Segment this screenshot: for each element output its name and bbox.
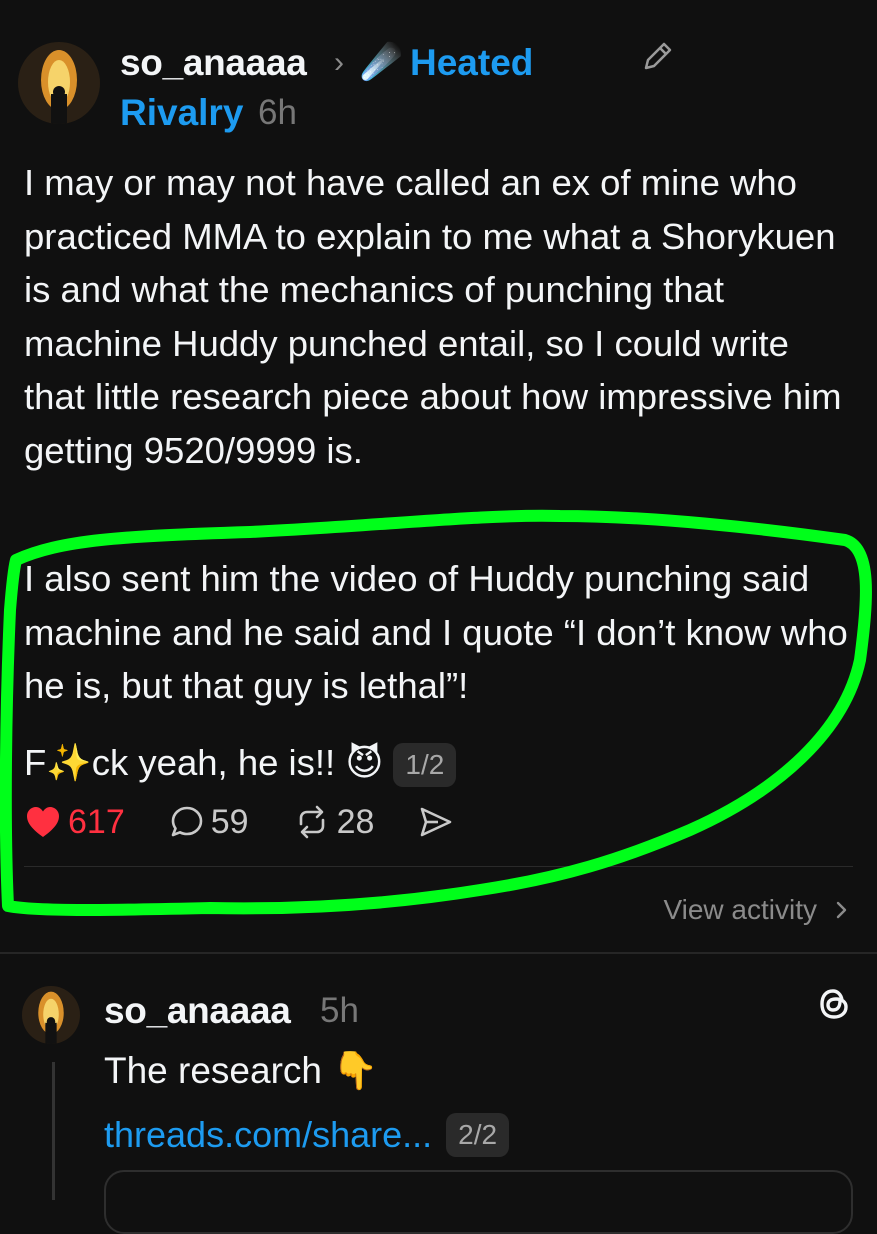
reply-link-row: threads.com/share... 2/2 — [104, 1113, 510, 1157]
section-divider — [0, 952, 877, 954]
thread-connector-line — [52, 1062, 55, 1200]
post-paragraph-2: I also sent him the video of Huddy punch… — [24, 558, 848, 706]
view-activity-link[interactable]: View activity — [663, 894, 853, 926]
post-paragraph-3-end: ck yeah, he is!! 😈 — [91, 742, 384, 783]
reply-timestamp: 5h — [320, 991, 359, 1030]
share-button[interactable] — [418, 804, 454, 840]
edit-pencil-icon[interactable] — [640, 38, 676, 74]
reply-avatar-image — [22, 986, 80, 1044]
divider — [24, 866, 853, 867]
avatar[interactable] — [18, 42, 100, 124]
view-activity-label: View activity — [663, 894, 817, 925]
post-action-bar: 617 59 28 — [24, 800, 498, 844]
sparkles-emoji: ✨ — [46, 742, 92, 783]
reply-count: 59 — [210, 802, 249, 841]
topic-tag-line1[interactable]: Heated — [410, 42, 533, 84]
topic-tag-line2[interactable]: Rivalry — [120, 92, 243, 134]
like-count: 617 — [68, 802, 125, 841]
post-timestamp: 6h — [258, 93, 297, 132]
repost-button[interactable]: 28 — [293, 802, 375, 842]
like-button[interactable]: 617 — [24, 803, 125, 842]
link-preview-card[interactable] — [104, 1170, 853, 1234]
reply-icon — [171, 806, 203, 837]
post-username[interactable]: so_anaaaa — [120, 42, 307, 84]
reply-page-indicator: 2/2 — [446, 1113, 510, 1157]
thread-page-indicator: 1/2 — [393, 743, 457, 788]
post-paragraph-1: I may or may not have called an ex of mi… — [24, 162, 842, 471]
repost-count: 28 — [336, 802, 375, 841]
topic-separator-chevron: › — [334, 46, 344, 79]
threads-logo-icon[interactable] — [814, 984, 854, 1024]
reply-button[interactable]: 59 — [169, 803, 249, 842]
share-icon — [421, 807, 452, 837]
chevron-right-icon — [836, 901, 847, 919]
reply-username[interactable]: so_anaaaa — [104, 990, 291, 1032]
post-paragraph-3: F✨ck yeah, he is!! 😈 1/2 — [24, 736, 854, 790]
topic-emoji: ☄️ — [360, 43, 403, 81]
reply-link[interactable]: threads.com/share... — [104, 1114, 432, 1156]
avatar-image — [18, 42, 100, 124]
post-paragraph-3-start: F — [24, 742, 47, 783]
reply-avatar[interactable] — [22, 986, 80, 1044]
repost-icon — [299, 805, 324, 839]
heart-icon — [27, 807, 59, 837]
reply-text: The research 👇 — [104, 1050, 379, 1091]
